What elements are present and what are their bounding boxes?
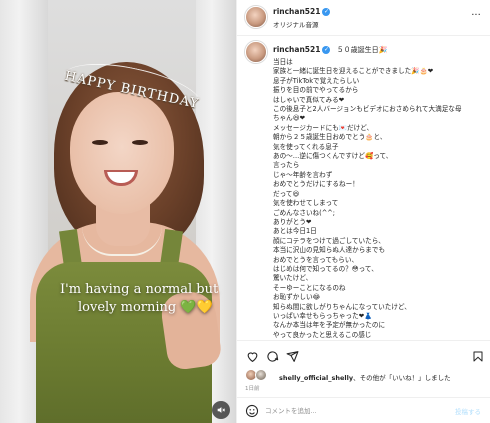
liked-by-username[interactable]: shelly_official_shelly <box>279 374 353 382</box>
caption-line: やって良かったと思えるこの感じ <box>273 330 372 339</box>
person-eye-left <box>92 140 108 145</box>
paper-plane-icon[interactable] <box>285 349 299 363</box>
caption-line: そーゆーことになるのね <box>273 283 346 292</box>
overlay-line-2: lovely morning <box>78 300 177 315</box>
caption-line: だって😆 <box>273 189 300 198</box>
author-username[interactable]: rinchan521 <box>273 7 320 16</box>
speaker-muted-icon <box>217 407 226 413</box>
caption-line: はじめは何で知ってるの？😳って、 <box>273 264 378 273</box>
comment-input[interactable] <box>265 402 445 420</box>
overlay-line-1: I'm having a normal but <box>60 282 219 297</box>
caption-line: 顔にコテラをつけて過ごしていたら、 <box>273 236 385 245</box>
caption-line: なんか本当は年を予定が無かったのに <box>273 321 386 330</box>
person-eye-right <box>132 140 148 145</box>
caption-line: はしゃいで真似てみる❤ <box>273 95 345 104</box>
green-heart-icon: 💚 <box>180 300 197 315</box>
caption-line: 言ったら <box>273 161 300 170</box>
comment-icon[interactable] <box>265 349 279 363</box>
post-panel: rinchan521 ✓ オリジナル音源 ··· rinchan521 ✓ ５０歳誕… <box>236 0 490 423</box>
post-timestamp[interactable]: 1日前 <box>245 384 260 392</box>
mute-toggle-button[interactable] <box>212 401 230 419</box>
verified-badge-icon: ✓ <box>322 8 331 16</box>
post-caption: rinchan521 ✓ ５０歳誕生日🎉 当日は 家族と一緒に誕生日を迎えることがで… <box>237 36 490 340</box>
audio-link[interactable]: オリジナル音源 <box>273 19 319 29</box>
caption-line: この後息子と2人バージョンもビデオにおさめられて大満足な母 <box>273 105 462 114</box>
caption-line: 朝から２５歳誕生日おめでとう🎂と、 <box>273 133 387 142</box>
caption-line: いっぱい幸せもらっちゃった❤👗 <box>273 311 373 320</box>
caption-author-avatar[interactable] <box>245 41 267 63</box>
ellipsis-icon[interactable]: ··· <box>469 11 483 22</box>
post-header: rinchan521 ✓ オリジナル音源 ··· <box>237 0 490 36</box>
video-caption-overlay: I'm having a normal but lovely morning 💚… <box>60 281 236 317</box>
caption-line: あとは今日1日 <box>273 227 317 236</box>
liker-avatar[interactable] <box>255 369 267 381</box>
liked-by-others[interactable]: 、その他 <box>353 374 379 382</box>
author-avatar[interactable] <box>245 6 267 28</box>
caption-body: 当日は 家族と一緒に誕生日を迎えることができました🎉🎂❤ 息子がTikTokで覚えた… <box>273 58 485 340</box>
caption-username[interactable]: rinchan521 <box>273 45 320 54</box>
caption-line: 振りを目の前でやってるから <box>273 86 359 95</box>
caption-line: お恥ずかしい😂 <box>273 293 321 302</box>
caption-line: 息子がTikTokで覚えたらしい <box>273 76 360 85</box>
post-comment-button[interactable]: 投稿する <box>455 406 481 416</box>
caption-line: おめでとうを言ってもらい、 <box>273 255 359 264</box>
likes-text: shelly_official_shelly、その他が「いいね！」しました <box>279 372 451 382</box>
caption-line: あの〜…逆に傷つくんですけど🥰って、 <box>273 152 393 161</box>
caption-line: 気を使ってくれる息子 <box>273 142 339 151</box>
caption-line: 家族と一緒に誕生日を迎えることができました🎉🎂❤ <box>273 67 434 76</box>
smiley-icon[interactable] <box>245 404 259 418</box>
caption-line: おめでとうだけにするねー！ <box>273 180 359 189</box>
caption-line: 驚いたけど、 <box>273 274 313 283</box>
verified-badge-icon: ✓ <box>322 46 331 54</box>
bookmark-icon[interactable] <box>471 349 485 363</box>
caption-line: メッセージカードにも💌だけど、 <box>273 123 374 132</box>
author-username-row: rinchan521 ✓ <box>273 7 331 16</box>
caption-line: じゃ〜年齢を言わず <box>273 170 333 179</box>
caption-line: ごめんなさいね(^^; <box>273 208 335 217</box>
caption-header: rinchan521 ✓ ５０歳誕生日🎉 <box>273 45 387 55</box>
liked-by-suffix: が「いいね！」しました <box>379 374 451 382</box>
caption-line: 気を使わせてしまって <box>273 199 339 208</box>
likes-summary: shelly_official_shelly、その他が「いいね！」しました <box>237 366 490 390</box>
caption-line: ちゃん😆❤ <box>273 114 306 123</box>
caption-line: 当日は <box>273 58 293 66</box>
yellow-heart-icon: 💛 <box>196 300 213 315</box>
caption-line: ありがとう❤ <box>273 217 312 226</box>
caption-line: 知らぬ間に欲しがりちゃんになっていたけど、 <box>273 302 411 311</box>
caption-title: ５０歳誕生日🎉 <box>336 46 388 54</box>
comment-bar: 投稿する <box>237 397 490 423</box>
reel-video[interactable]: HAPPY BIRTHDAY I'm having a normal but l… <box>0 0 236 423</box>
post-actions <box>237 340 490 368</box>
caption-line: 本当に沢山の見知らぬ人達からまでも <box>273 246 386 255</box>
heart-icon[interactable] <box>245 349 259 363</box>
